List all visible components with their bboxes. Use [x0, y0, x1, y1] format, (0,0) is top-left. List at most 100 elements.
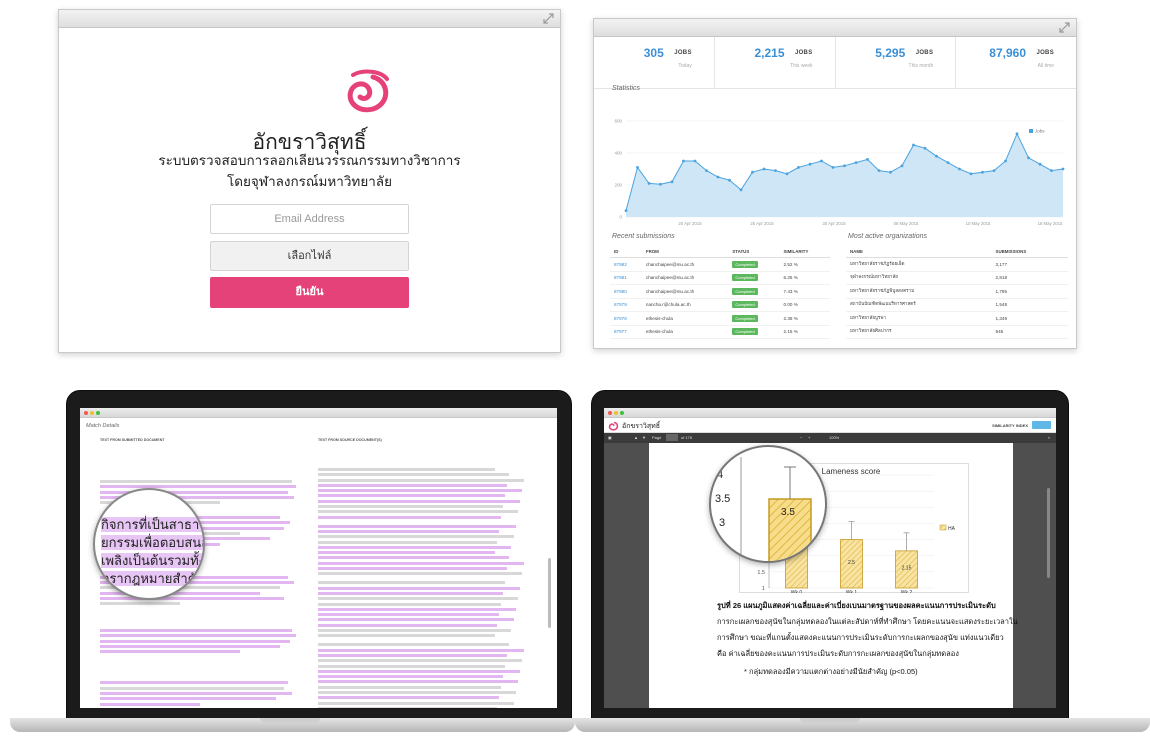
- submission-id-link[interactable]: 87982: [610, 257, 642, 272]
- more-tools-icon[interactable]: »: [1048, 435, 1050, 440]
- highlighted-text-line[interactable]: [100, 702, 200, 706]
- close-dot-icon[interactable]: [608, 411, 612, 415]
- table-row[interactable]: 87978 ethesis-chula Completed 2.38 %: [610, 311, 830, 326]
- highlighted-text-line[interactable]: [318, 675, 504, 679]
- highlighted-text-line[interactable]: [100, 691, 292, 695]
- scrollbar[interactable]: [1047, 488, 1050, 578]
- highlighted-text-line[interactable]: [100, 650, 240, 654]
- submission-id-link[interactable]: 87979: [610, 298, 642, 312]
- table-row[interactable]: สถาบันบัณฑิตพัฒนบริหารศาสตร์ 1,548: [846, 298, 1068, 312]
- expand-icon[interactable]: [1059, 22, 1070, 33]
- data-point: [624, 209, 628, 212]
- highlighted-text-line[interactable]: [100, 634, 296, 638]
- highlighted-text-line[interactable]: [100, 596, 284, 600]
- highlighted-text-line[interactable]: [318, 499, 520, 503]
- data-point: [889, 170, 892, 174]
- highlighted-text-line[interactable]: [318, 680, 518, 684]
- y-tick-label: 600: [614, 119, 622, 124]
- highlighted-text-line[interactable]: [318, 618, 514, 622]
- highlighted-text-line[interactable]: [100, 645, 280, 649]
- y-tick-label: 1: [762, 586, 765, 592]
- statistics-area-chart: 0 200 400 600 20 Apr 2015 25 Apr 2015 30 Apr 2…: [614, 119, 1065, 226]
- data-point: [693, 159, 697, 163]
- submission-id-link[interactable]: 87978: [610, 311, 642, 326]
- zoom-dot-icon[interactable]: [620, 411, 624, 415]
- legend-swatch: [939, 524, 947, 531]
- highlighted-text-line[interactable]: [318, 551, 495, 555]
- highlighted-text-line[interactable]: [318, 653, 508, 657]
- active-orgs-table: NAME SUBMISSIONS มหาวิทยาลัยราชภัฏร้อยเอ…: [846, 246, 1068, 339]
- text-line: [318, 685, 502, 689]
- expand-icon[interactable]: [543, 13, 554, 24]
- highlighted-text-line[interactable]: [318, 529, 499, 533]
- highlighted-text-line[interactable]: [318, 607, 516, 611]
- source-text-block: [318, 468, 526, 708]
- highlighted-text-line[interactable]: [318, 648, 524, 652]
- scrollbar[interactable]: [548, 558, 551, 628]
- highlighted-text-line[interactable]: [100, 697, 276, 701]
- table-row[interactable]: 87980 chanchaipee@mu.ac.th Completed 7.43 %: [610, 284, 830, 299]
- stat-label: This month: [908, 63, 934, 69]
- status-cell: Completed: [728, 325, 780, 339]
- highlighted-text-line[interactable]: [318, 494, 506, 498]
- col-id: ID: [610, 246, 642, 258]
- highlighted-text-line[interactable]: [318, 556, 510, 560]
- similarity-index-button[interactable]: [1032, 421, 1051, 429]
- choose-file-button[interactable]: เลือกไฟล์: [210, 241, 409, 271]
- match-details-title: Match Details: [86, 423, 120, 429]
- x-tick-label: 10 May 2015: [966, 221, 991, 226]
- data-point: [716, 175, 720, 179]
- bar-value-label: 2.15: [902, 565, 912, 571]
- table-row[interactable]: มหาวิทยาลัยราชภัฏพิบูลสงคราม 1,795: [846, 284, 1068, 299]
- highlighted-text-line[interactable]: [318, 669, 520, 673]
- submission-count: 1,795: [991, 284, 1068, 299]
- table-row[interactable]: มหาวิทยาลัยราชภัฏร้อยเอ็ด 3,177: [846, 257, 1068, 272]
- sidebar-toggle-icon[interactable]: ▣: [608, 435, 612, 440]
- highlighted-text-line[interactable]: [318, 591, 504, 595]
- text-line: [100, 480, 292, 483]
- submission-id-link[interactable]: 87981: [610, 271, 642, 285]
- legend-label: Jobs: [1035, 129, 1045, 134]
- minimize-dot-icon[interactable]: [90, 411, 94, 415]
- zoom-out-icon[interactable]: −: [800, 435, 802, 440]
- highlighted-text-line[interactable]: [100, 485, 296, 489]
- zoom-dot-icon[interactable]: [96, 411, 100, 415]
- submit-button[interactable]: ยืนยัน: [210, 277, 409, 308]
- table-row[interactable]: 87977 ethesis-chula Completed 2.15 %: [610, 325, 830, 339]
- submission-id-link[interactable]: 87977: [610, 325, 642, 339]
- submission-count: 945: [991, 325, 1068, 339]
- highlighted-text-line[interactable]: [318, 696, 499, 700]
- x-tick-label: Wk 0: [791, 590, 803, 593]
- table-row[interactable]: จุฬาลงกรณ์มหาวิทยาลัย 2,818: [846, 271, 1068, 285]
- highlighted-text-line[interactable]: [318, 586, 520, 590]
- laptop-base: [575, 718, 1150, 732]
- highlighted-text-line[interactable]: [100, 639, 290, 643]
- highlighted-text-line[interactable]: [318, 489, 522, 493]
- zoom-in-icon[interactable]: +: [808, 435, 810, 440]
- highlighted-text-line[interactable]: [318, 524, 516, 528]
- table-row[interactable]: 87979 nancha.r@chula.ac.th Completed 0.00 %: [610, 298, 830, 312]
- table-row[interactable]: 87981 chanchaipee@mu.ac.th Completed 6.25 %: [610, 271, 830, 285]
- next-page-icon[interactable]: ▼: [642, 435, 646, 440]
- prev-page-icon[interactable]: ▲: [634, 435, 638, 440]
- close-dot-icon[interactable]: [84, 411, 88, 415]
- highlighted-text-line[interactable]: [318, 515, 502, 519]
- highlighted-text-line[interactable]: [100, 629, 292, 633]
- table-row[interactable]: มหาวิทยาลัยบูรพา 1,349: [846, 311, 1068, 326]
- table-row[interactable]: มหาวิทยาลัยศิลปากร 945: [846, 325, 1068, 339]
- email-input[interactable]: [210, 204, 409, 234]
- laptop-notch: [260, 718, 320, 723]
- highlighted-text-line[interactable]: [318, 483, 508, 487]
- highlighted-text-line[interactable]: [318, 623, 497, 627]
- zoom-level[interactable]: 100%: [829, 435, 839, 440]
- highlighted-text-line[interactable]: [318, 561, 524, 565]
- highlighted-text-line[interactable]: [318, 613, 499, 617]
- page-number-input[interactable]: [666, 434, 678, 441]
- highlighted-text-line[interactable]: [318, 545, 512, 549]
- minimize-dot-icon[interactable]: [614, 411, 618, 415]
- highlighted-text-line[interactable]: [100, 681, 288, 685]
- highlighted-text-line[interactable]: [318, 567, 508, 571]
- submission-id-link[interactable]: 87980: [610, 284, 642, 299]
- table-row[interactable]: 87982 chanchaipee@mu.ac.th Completed 2.52 %: [610, 257, 830, 272]
- status-badge: Completed: [732, 260, 758, 268]
